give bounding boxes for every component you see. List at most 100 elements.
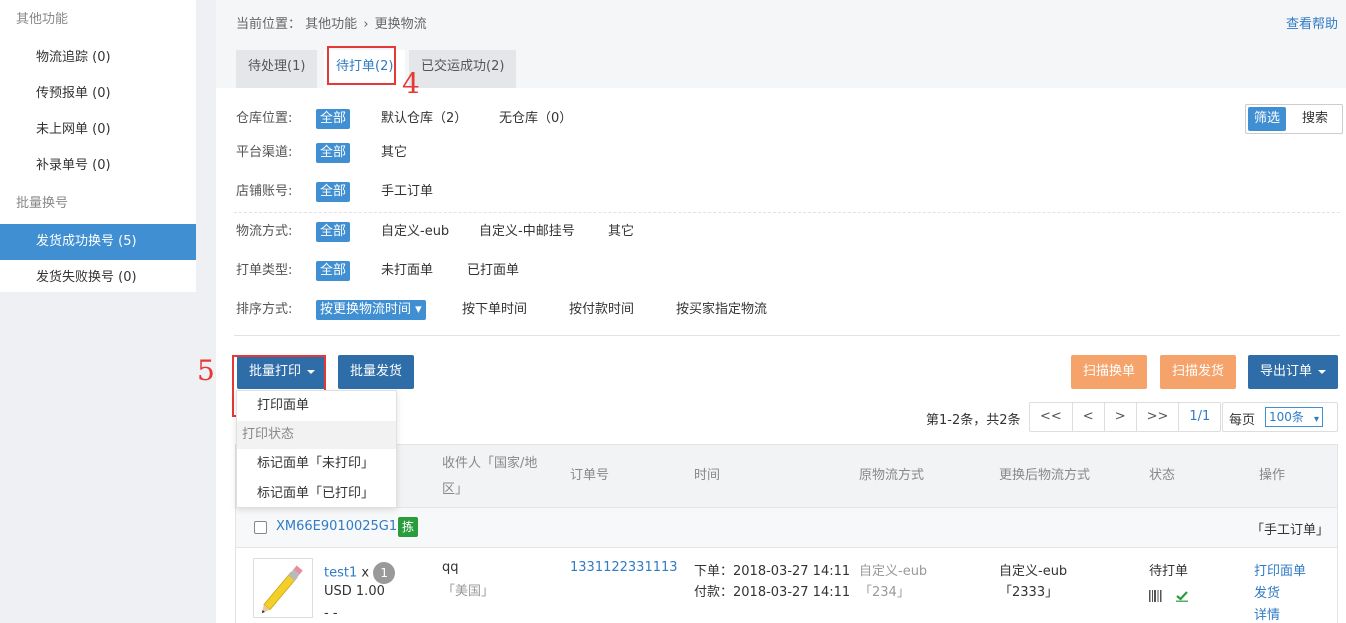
- check-icon: [1176, 591, 1189, 602]
- column-header-time: 时间: [694, 468, 721, 483]
- sidebar: 其他功能 物流追踪 (0) 传预报单 (0) 未上网单 (0) 补录单号 (0)…: [0, 0, 196, 292]
- menu-item-mark-printed[interactable]: 标记面单「已打印」: [237, 479, 396, 509]
- product-extra: - -: [324, 606, 338, 621]
- per-page-value: 100条: [1269, 410, 1304, 424]
- filter-option-other[interactable]: 其它: [381, 142, 407, 164]
- sort-option-pay-time[interactable]: 按付款时间: [569, 299, 634, 321]
- filter-option-custom-china-post[interactable]: 自定义-中邮挂号: [479, 221, 575, 243]
- breadcrumb-bar: 当前位置： 其他功能 › 更换物流 查看帮助: [216, 0, 1346, 40]
- column-header-recipient: 收件人「国家/地 区」: [442, 451, 537, 503]
- batch-print-dropdown: 打印面单 打印状态 标记面单「未打印」 标记面单「已打印」: [236, 390, 397, 508]
- breadcrumb-separator: ›: [363, 17, 369, 32]
- chevron-down-icon: ▾: [1313, 414, 1319, 425]
- filter-option-no-warehouse[interactable]: 无仓库（0）: [499, 108, 572, 130]
- scan-ship-button[interactable]: 扫描发货: [1160, 355, 1237, 389]
- menu-section-print-status: 打印状态: [237, 421, 396, 449]
- breadcrumb: 当前位置： 其他功能 › 更换物流: [236, 13, 427, 32]
- column-header-order-no: 订单号: [570, 468, 610, 483]
- orig-logistics: 自定义-eub: [859, 564, 928, 579]
- filter-label-channel: 平台渠道:: [236, 145, 293, 160]
- main-panel: 当前位置： 其他功能 › 更换物流 查看帮助 待处理(1) 待打单(2) 已交运…: [216, 0, 1346, 623]
- sort-option-swap-time[interactable]: 按更换物流时间 ▾: [316, 300, 426, 320]
- filter-option-all[interactable]: 全部: [316, 109, 351, 129]
- recipient-country: 「美国」: [442, 584, 495, 599]
- tab-pending[interactable]: 待处理(1): [236, 50, 318, 88]
- filter-row-channel: 平台渠道: 全部 其它: [236, 142, 1136, 164]
- filter-row-warehouse: 仓库位置: 全部 默认仓库（2） 无仓库（0）: [236, 108, 1136, 130]
- filter-toggle-button[interactable]: 筛选: [1248, 107, 1287, 131]
- filter-option-custom-eub[interactable]: 自定义-eub: [381, 221, 449, 243]
- order-status: 待打单: [1149, 564, 1189, 579]
- batch-print-button[interactable]: 批量打印: [237, 355, 325, 389]
- annotation-step-5: 5: [197, 354, 215, 387]
- action-detail[interactable]: 详情: [1254, 604, 1280, 623]
- column-header-recipient-line2: 区」: [442, 482, 469, 497]
- column-header-new-logistics: 更换后物流方式: [999, 468, 1091, 483]
- divider: [234, 335, 1340, 336]
- order-checkbox[interactable]: [254, 521, 267, 534]
- pagination-info: 第1-2条，共2条: [926, 413, 1021, 428]
- filter-option-all[interactable]: 全部: [316, 182, 351, 202]
- pay-time: 付款：2018-03-27 14:11: [694, 585, 851, 600]
- menu-item-print-label[interactable]: 打印面单: [237, 391, 396, 421]
- filter-search-toggle: 筛选 搜索: [1245, 104, 1343, 134]
- filter-option-all[interactable]: 全部: [316, 261, 351, 281]
- per-page-control: 每页 100条 ▾: [1222, 402, 1338, 432]
- sidebar-item-ship-fail-swap[interactable]: 发货失败换号 (0): [0, 260, 196, 296]
- product-thumbnail[interactable]: [253, 558, 313, 618]
- per-page-label: 每页: [1229, 413, 1256, 428]
- quantity-badge: 1: [373, 562, 396, 584]
- sidebar-group-other: 其他功能: [16, 12, 69, 27]
- pagination: << < > >> 1/1: [1029, 402, 1222, 432]
- last-page-button[interactable]: >>: [1137, 403, 1180, 431]
- filter-option-other[interactable]: 其它: [608, 221, 634, 243]
- orig-tracking: 「234」: [859, 585, 910, 600]
- breadcrumb-link-other[interactable]: 其他功能: [305, 17, 357, 32]
- menu-item-mark-unprinted[interactable]: 标记面单「未打印」: [237, 449, 396, 479]
- per-page-select[interactable]: 100条 ▾: [1265, 407, 1323, 427]
- sidebar-item-tracking[interactable]: 物流追踪 (0): [0, 40, 196, 76]
- filter-option-default-warehouse[interactable]: 默认仓库（2）: [381, 108, 467, 130]
- filter-option-manual-order[interactable]: 手工订单: [381, 181, 433, 203]
- filter-row-logistics: 物流方式: 全部 自定义-eub 自定义-中邮挂号 其它: [236, 221, 1136, 243]
- sidebar-item-ship-success-swap[interactable]: 发货成功换号 (5): [0, 224, 196, 260]
- order-number-link[interactable]: 1331122331113: [570, 560, 678, 575]
- help-link[interactable]: 查看帮助: [1286, 13, 1338, 32]
- batch-print-label: 批量打印: [249, 364, 302, 379]
- column-header-actions: 操作: [1259, 468, 1286, 483]
- order-time: 下单：2018-03-27 14:11: [694, 564, 851, 579]
- first-page-button[interactable]: <<: [1030, 403, 1073, 431]
- sidebar-item-backfill[interactable]: 补录单号 (0): [0, 148, 196, 184]
- column-header-status: 状态: [1149, 468, 1176, 483]
- sort-option-order-time[interactable]: 按下单时间: [462, 299, 527, 321]
- table-row: test1 x 1 USD 1.00 - - qq 「美国」 133112233…: [235, 548, 1338, 623]
- batch-ship-button[interactable]: 批量发货: [338, 355, 415, 389]
- sidebar-item-upload-forecast[interactable]: 传预报单 (0): [0, 76, 196, 112]
- filter-option-all[interactable]: 全部: [316, 143, 351, 163]
- chevron-down-icon: [1318, 369, 1327, 374]
- filter-option-all[interactable]: 全部: [316, 222, 351, 242]
- order-id-link[interactable]: XM66E9010025G1: [276, 519, 397, 534]
- action-print-label[interactable]: 打印面单: [1254, 560, 1306, 579]
- export-orders-button[interactable]: 导出订单: [1248, 355, 1339, 389]
- action-ship[interactable]: 发货: [1254, 582, 1280, 601]
- export-orders-label: 导出订单: [1260, 364, 1313, 379]
- search-toggle-button[interactable]: 搜索: [1296, 107, 1334, 131]
- prev-page-button[interactable]: <: [1073, 403, 1105, 431]
- tab-shipped-success[interactable]: 已交运成功(2): [409, 50, 517, 88]
- tab-to-print[interactable]: 待打单(2): [324, 50, 406, 88]
- order-source: 「手工订单」: [1250, 523, 1329, 538]
- next-page-button[interactable]: >: [1105, 403, 1137, 431]
- recipient-name: qq: [442, 560, 459, 575]
- product-price: USD 1.00: [324, 584, 385, 599]
- sidebar-item-not-online[interactable]: 未上网单 (0): [0, 112, 196, 148]
- scan-swap-button[interactable]: 扫描换单: [1071, 355, 1148, 389]
- sort-option-buyer-logistics[interactable]: 按买家指定物流: [676, 299, 767, 321]
- product-name-link[interactable]: test1: [324, 566, 357, 581]
- filter-option-printed[interactable]: 已打面单: [467, 260, 519, 282]
- current-page: 1/1: [1189, 409, 1211, 424]
- annotation-step-4: 4: [402, 67, 420, 100]
- filter-option-unprinted[interactable]: 未打面单: [381, 260, 433, 282]
- new-logistics: 自定义-eub: [999, 564, 1068, 579]
- order-group-row: XM66E9010025G1 拣 「手工订单」: [235, 508, 1338, 548]
